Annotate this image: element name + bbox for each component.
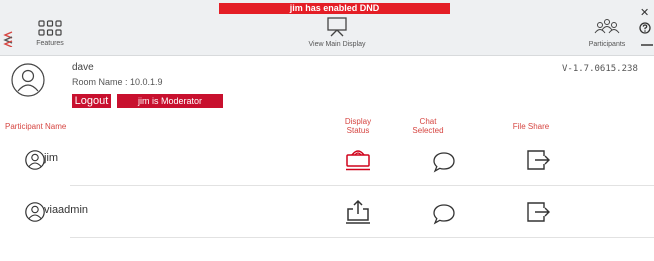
participant-avatar-icon (25, 150, 45, 170)
logout-button[interactable]: Logout (72, 94, 111, 108)
column-header-chat-selected: Chat Selected (408, 117, 448, 135)
features-button[interactable]: Features (30, 20, 70, 47)
chat-header-line2: Selected (412, 126, 444, 135)
user-name: dave (72, 62, 94, 73)
dnd-banner: jim has enabled DND (219, 3, 450, 14)
close-icon[interactable]: ✕ (640, 6, 649, 19)
column-header-file-share: File Share (512, 122, 550, 131)
display-header-line1: Display (344, 117, 372, 126)
participants-label: Participants (588, 41, 626, 48)
view-main-display-button[interactable]: View Main Display (297, 17, 377, 48)
chat-bubble-icon[interactable] (432, 202, 456, 226)
top-toolbar: jim has enabled DND Features View Main D… (0, 0, 654, 56)
column-header-participant-name: Participant Name (5, 122, 67, 131)
file-share-icon[interactable] (525, 200, 555, 224)
presentation-screen-icon (327, 17, 347, 37)
display-dnd-icon[interactable] (343, 146, 373, 172)
participant-avatar-icon (25, 202, 45, 222)
display-header-line2: Status (346, 126, 370, 135)
participant-row: viaadmin (0, 194, 654, 238)
moderator-badge: jim is Moderator (117, 94, 223, 108)
column-header-display-status: Display Status (338, 117, 378, 135)
file-share-icon[interactable] (525, 148, 555, 172)
participant-row: jim (0, 142, 654, 186)
participants-group-icon (594, 19, 620, 34)
minimize-icon[interactable] (641, 44, 653, 46)
chat-bubble-icon[interactable] (432, 150, 456, 174)
collapse-arrow-icon[interactable] (3, 31, 13, 47)
user-avatar-icon (11, 63, 45, 97)
row-divider (70, 237, 654, 238)
participants-button[interactable]: Participants (582, 17, 632, 48)
view-main-display-label: View Main Display (308, 41, 366, 48)
row-divider (70, 185, 654, 186)
version-label: V-1.7.0615.238 (562, 64, 638, 74)
participant-name: jim (44, 152, 59, 164)
features-label: Features (36, 40, 64, 47)
help-icon[interactable] (639, 22, 651, 34)
room-name: Room Name : 10.0.1.9 (72, 77, 163, 87)
participant-name: viaadmin (44, 204, 89, 216)
grid-icon (38, 20, 62, 36)
chat-header-line1: Chat (419, 117, 437, 126)
share-screen-upload-icon[interactable] (343, 198, 373, 224)
